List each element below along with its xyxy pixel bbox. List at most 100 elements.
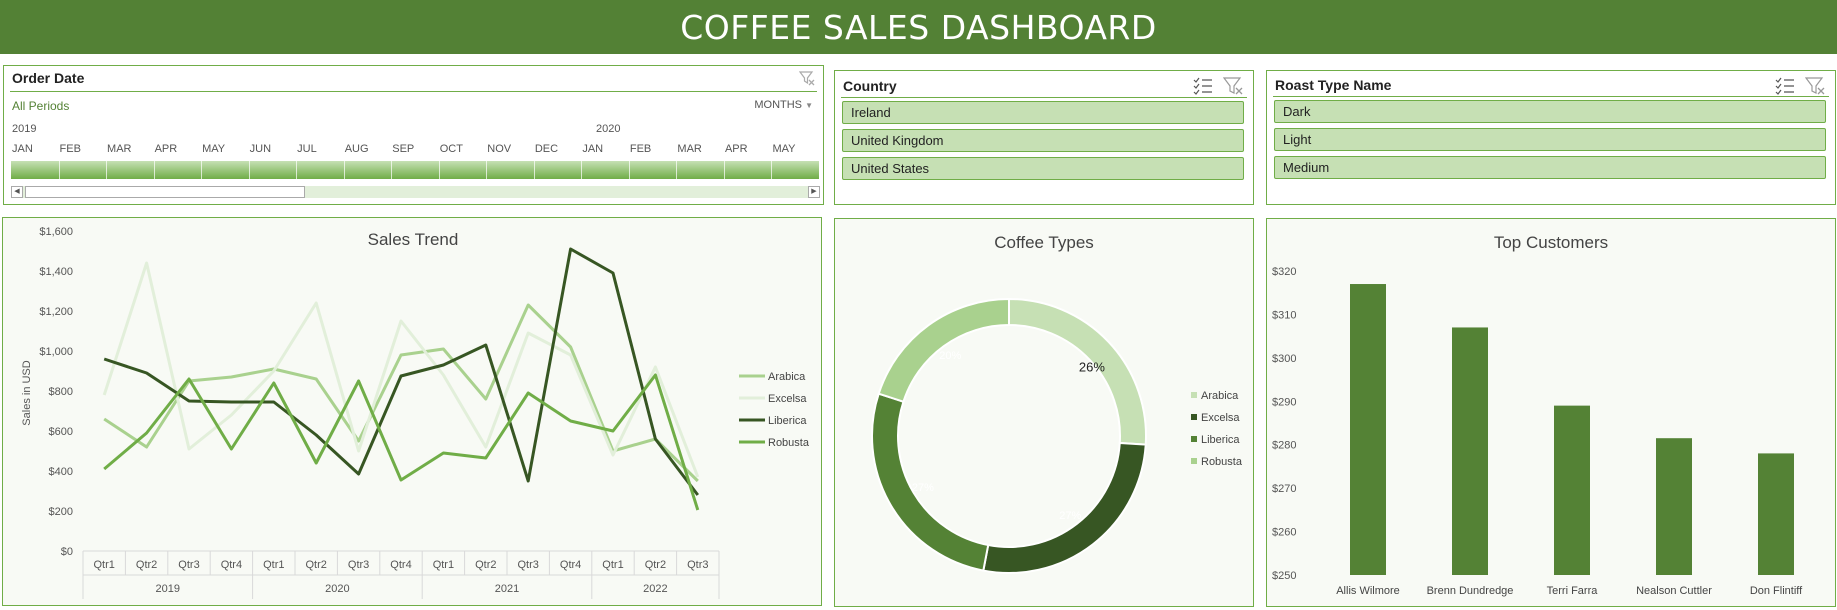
y-tick-label: $260 — [1272, 527, 1296, 539]
x-tick-label: Allis Wilmore — [1336, 585, 1400, 597]
x-year-label: 2019 — [156, 583, 180, 595]
bar — [1656, 438, 1692, 575]
top-customers-chart: Top Customers $250 $260 $270 $280 $290 $300 $31… — [1272, 233, 1803, 597]
timeline-month-cell-divider — [343, 161, 345, 179]
timeline-month-cell-divider — [723, 161, 725, 179]
timeline-level-dropdown[interactable]: MONTHS ▼ — [754, 99, 813, 111]
slicer-item-medium[interactable]: Medium — [1274, 156, 1826, 179]
slicer-item-light[interactable]: Light — [1274, 128, 1826, 151]
x-year-label: 2022 — [643, 583, 667, 595]
x-tick-label: Qtr1 — [433, 559, 454, 571]
timeline-month-label: OCT — [439, 143, 463, 155]
sales-trend-chart-panel[interactable]: Sales Trend $0 $200 $400 $600 $800 $1,000 $1,20… — [2, 217, 822, 606]
timeline-month-label: JUN — [249, 143, 272, 155]
x-tick-label: Qtr3 — [687, 559, 708, 571]
legend-label: Arabica — [1201, 390, 1239, 402]
bar — [1350, 284, 1386, 575]
sales-trend-chart: Sales Trend $0 $200 $400 $600 $800 $1,000 $1,20… — [21, 226, 810, 599]
legend-swatch — [1191, 458, 1197, 464]
timeline-month-cell-divider — [106, 161, 108, 179]
timeline-month-label: MAY — [772, 143, 796, 155]
slicer-item-united-kingdom[interactable]: United Kingdom — [842, 129, 1244, 152]
scrollbar-thumb[interactable] — [25, 186, 305, 198]
series-line-excelsa — [102, 261, 700, 478]
y-tick-label: $250 — [1272, 570, 1296, 582]
y-tick-label: $270 — [1272, 483, 1296, 495]
bar — [1554, 405, 1590, 575]
timeline-year-label: 2020 — [596, 123, 621, 135]
series-line-liberica — [103, 247, 699, 496]
x-tick-label: Qtr1 — [263, 559, 284, 571]
x-tick-label: Qtr4 — [390, 559, 411, 571]
y-tick-label: $1,000 — [39, 346, 73, 358]
data-label: 20% — [939, 350, 961, 362]
chevron-down-icon: ▼ — [805, 101, 813, 110]
y-tick-label: $1,600 — [39, 226, 73, 238]
timeline-month-label: MAR — [677, 143, 702, 155]
legend-swatch — [1191, 414, 1197, 420]
timeline-month-label: JAN — [582, 143, 604, 155]
timeline-month-cell-divider — [248, 161, 250, 179]
dashboard-title: COFFEE SALES DASHBOARD — [680, 7, 1157, 47]
timeline-month-cell-divider — [581, 161, 583, 179]
legend-label: Excelsa — [1201, 412, 1240, 424]
clear-filter-icon[interactable] — [1805, 77, 1825, 95]
series-line-arabica — [103, 303, 699, 483]
slicer-item-united-states[interactable]: United States — [842, 157, 1244, 180]
y-tick-label: $1,200 — [39, 306, 73, 318]
y-axis-label: Sales in USD — [21, 360, 33, 425]
x-year-label: 2021 — [495, 583, 519, 595]
country-slicer: Country Ireland United Kingdom United St… — [834, 70, 1254, 205]
timeline-months: JAN FEB MAR APR MAY JUN JUL AUG SEP OCT NOV DEC JAN F… — [10, 143, 820, 155]
x-tick-label: Terri Farra — [1547, 585, 1599, 597]
multi-select-icon[interactable] — [1775, 77, 1795, 95]
y-tick-label: $1,400 — [39, 266, 73, 278]
timeline-month-label: NOV — [487, 143, 512, 155]
scroll-left-icon[interactable]: ◀ — [11, 186, 23, 198]
coffee-types-chart-panel[interactable]: Coffee Types 26% 27% 27% 20% Arabica Excelsa Li… — [834, 218, 1254, 607]
timeline-month-cell-divider — [391, 161, 393, 179]
order-date-timeline[interactable]: Order Date All Periods MONTHS ▼ 2019 202… — [3, 65, 824, 205]
chart-title: Coffee Types — [994, 233, 1094, 252]
y-tick-label: $800 — [49, 386, 73, 398]
timeline-month-label: AUG — [344, 143, 369, 155]
country-slicer-title: Country — [843, 78, 897, 94]
legend-label: Arabica — [768, 371, 806, 383]
x-tick-label: Qtr1 — [93, 559, 114, 571]
y-tick-label: $400 — [49, 466, 73, 478]
y-tick-label: $600 — [49, 426, 73, 438]
x-tick-label: Qtr2 — [475, 559, 496, 571]
timeline-level-label: MONTHS — [754, 99, 803, 111]
legend-swatch — [1191, 392, 1197, 398]
dashboard-header: COFFEE SALES DASHBOARD — [0, 0, 1837, 54]
x-tick-label: Brenn Dundredge — [1427, 585, 1514, 597]
timeline-month-label: MAY — [202, 143, 226, 155]
legend-swatch — [1191, 436, 1197, 442]
y-tick-label: $0 — [61, 546, 73, 558]
slicer-item-dark[interactable]: Dark — [1274, 100, 1826, 123]
x-tick-label: Qtr4 — [221, 559, 242, 571]
legend-label: Liberica — [1201, 434, 1240, 446]
scroll-right-icon[interactable]: ▶ — [808, 186, 820, 198]
chart-title: Sales Trend — [368, 230, 459, 249]
clear-filter-icon[interactable] — [798, 70, 815, 91]
chart-title: Top Customers — [1494, 233, 1608, 252]
timeline-month-label: SEP — [392, 143, 415, 155]
timeline-month-cell-divider — [153, 161, 155, 179]
timeline-month-cell-divider — [771, 161, 773, 179]
x-tick-label: Qtr4 — [560, 559, 581, 571]
y-tick-label: $200 — [49, 506, 73, 518]
x-tick-label: Don Flintiff — [1750, 585, 1803, 597]
timeline-month-label: FEB — [59, 143, 81, 155]
clear-filter-icon[interactable] — [1223, 77, 1243, 95]
timeline-month-label: JAN — [12, 143, 33, 155]
timeline-month-label: FEB — [629, 143, 652, 155]
multi-select-icon[interactable] — [1193, 77, 1213, 95]
top-customers-chart-panel[interactable]: Top Customers $250 $260 $270 $280 $290 $300 $31… — [1266, 218, 1836, 607]
x-tick-label: Qtr2 — [645, 559, 666, 571]
timeline-month-cell-divider — [58, 161, 60, 179]
timeline-month-cell-divider — [486, 161, 488, 179]
slicer-item-ireland[interactable]: Ireland — [842, 101, 1244, 124]
timeline-month-label: DEC — [534, 143, 559, 155]
timeline-scrollbar[interactable]: ◀ ▶ — [11, 186, 820, 198]
